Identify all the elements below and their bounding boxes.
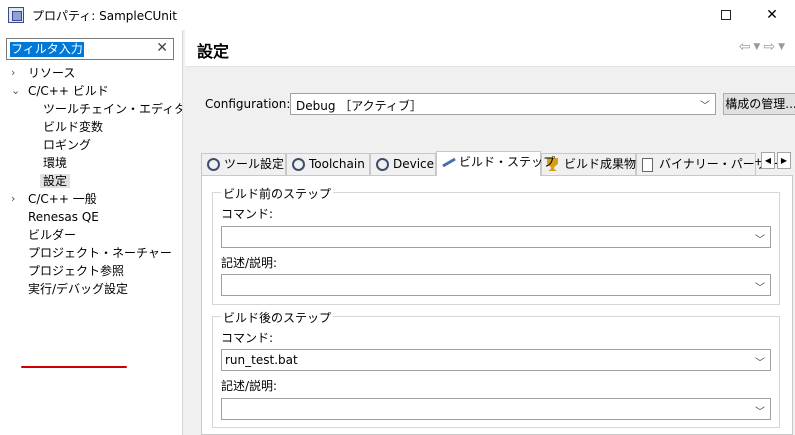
build-step-icon [442, 157, 456, 167]
back-menu-icon[interactable]: ▼ [753, 39, 760, 55]
post-build-command-label: コマンド: [221, 331, 274, 345]
tab-scroll-right-icon[interactable]: ▶ [777, 152, 791, 169]
post-build-description-label: 記述/説明: [221, 379, 278, 393]
post-build-description-input[interactable]: ﹀ [221, 398, 771, 420]
tab-bar: ツール設定 Toolchain Device ビルド・ステップ ビルド成果物 バ… [201, 151, 795, 176]
post-build-title: ビルド後のステップ [221, 309, 334, 326]
clear-filter-icon[interactable]: ✕ [156, 40, 168, 56]
window-title: プロパティ: SampleCUnit [32, 8, 177, 23]
highlight-underline [21, 366, 127, 368]
chevron-down-icon[interactable]: ﹀ [755, 354, 765, 369]
tab-device[interactable]: Device [370, 153, 436, 175]
tree-item-settings[interactable]: 設定 [0, 172, 182, 190]
tab-binary-parser[interactable]: バイナリー・パーサー [636, 153, 779, 175]
collapse-arrow-icon[interactable]: ⌄ [11, 82, 20, 100]
tree-item-renesas-qe[interactable]: Renesas QE [0, 208, 182, 226]
gear-icon [292, 158, 305, 171]
restore-icon [721, 10, 731, 20]
configuration-value: Debug ［アクティブ］ [296, 99, 422, 113]
chevron-down-icon[interactable]: ﹀ [755, 279, 765, 294]
pre-build-title: ビルド前のステップ [221, 185, 334, 202]
binary-icon [642, 158, 653, 172]
tab-build-steps[interactable]: ビルド・ステップ [436, 151, 555, 176]
chevron-down-icon[interactable]: ﹀ [755, 231, 765, 246]
tree-item-project-nature[interactable]: プロジェクト・ネーチャー [0, 244, 182, 262]
tab-toolchain[interactable]: Toolchain [286, 153, 370, 175]
manage-configurations-button[interactable]: 構成の管理... [723, 93, 795, 115]
forward-menu-icon[interactable]: ▼ [778, 39, 785, 55]
post-build-command-value: run_test.bat [225, 353, 298, 367]
pre-build-description-input[interactable]: ﹀ [221, 274, 771, 296]
app-icon [8, 7, 24, 23]
tree-item-toolchain-editor[interactable]: ツールチェイン・エディター [0, 100, 198, 118]
tab-scroll-left-icon[interactable]: ◀ [761, 152, 775, 169]
tab-build-artifact[interactable]: ビルド成果物 [541, 153, 636, 175]
window-controls: ✕ [703, 0, 795, 30]
chevron-down-icon[interactable]: ﹀ [755, 403, 765, 418]
right-pane: 設定 ⇦ ▼ ⇨ ▼ Configuration: Debug ［アクティブ］ … [185, 30, 795, 435]
tree-item-cpp-general[interactable]: › C/C++ 一般 [0, 190, 182, 208]
title-bar: プロパティ: SampleCUnit ✕ [0, 0, 795, 30]
back-arrow-icon[interactable]: ⇦ [739, 39, 751, 55]
close-icon: ✕ [766, 7, 778, 23]
configuration-select[interactable]: Debug ［アクティブ］ ﹀ [290, 93, 716, 115]
tree-item-logging[interactable]: ロギング [0, 136, 182, 154]
filter-input[interactable]: フィルタ入力 ✕ [6, 38, 174, 60]
filter-text: フィルタ入力 [10, 42, 84, 57]
pre-build-command-label: コマンド: [221, 207, 274, 221]
tree-item-environment[interactable]: 環境 [0, 154, 182, 172]
pre-build-command-input[interactable]: ﹀ [221, 226, 771, 248]
tree-item-project-references[interactable]: プロジェクト参照 [0, 262, 182, 280]
page-header: 設定 ⇦ ▼ ⇨ ▼ [185, 30, 795, 67]
post-build-group: ビルド後のステップ コマンド: run_test.bat ﹀ 記述/説明: ﹀ [212, 309, 780, 428]
page-title: 設定 [197, 42, 230, 61]
gear-icon [207, 158, 220, 171]
tree-item-cpp-build[interactable]: ⌄ C/C++ ビルド [0, 82, 182, 100]
gear-icon [376, 158, 389, 171]
maximize-button[interactable] [703, 0, 749, 30]
chevron-down-icon: ﹀ [700, 101, 710, 112]
configuration-label: Configuration: [205, 97, 291, 111]
forward-arrow-icon[interactable]: ⇨ [763, 39, 775, 55]
left-pane: フィルタ入力 ✕ › リソース ⌄ C/C++ ビルド ツールチェイン・エディタ… [0, 30, 198, 435]
tab-tool-settings[interactable]: ツール設定 [201, 153, 286, 175]
close-button[interactable]: ✕ [749, 0, 795, 30]
expand-arrow-icon[interactable]: › [11, 64, 15, 82]
expand-arrow-icon[interactable]: › [11, 190, 15, 208]
tree-item-builder[interactable]: ビルダー [0, 226, 182, 244]
history-nav: ⇦ ▼ ⇨ ▼ [739, 39, 785, 55]
pre-build-group: ビルド前のステップ コマンド: ﹀ 記述/説明: ﹀ [212, 185, 780, 305]
pre-build-description-label: 記述/説明: [221, 256, 278, 270]
property-tree: › リソース ⌄ C/C++ ビルド ツールチェイン・エディター ビルド変数 ロ… [0, 64, 198, 298]
build-steps-panel: ビルド前のステップ コマンド: ﹀ 記述/説明: ﹀ ビルド後のステップ コマン… [201, 175, 793, 435]
tree-item-resource[interactable]: › リソース [0, 64, 182, 82]
tree-item-run-debug-settings[interactable]: 実行/デバッグ設定 [0, 280, 182, 298]
tree-item-build-variables[interactable]: ビルド変数 [0, 118, 182, 136]
post-build-command-input[interactable]: run_test.bat ﹀ [221, 349, 771, 371]
